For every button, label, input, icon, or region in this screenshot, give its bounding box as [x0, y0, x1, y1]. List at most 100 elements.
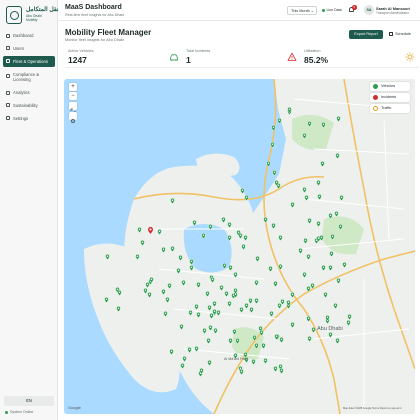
- vehicle-marker-icon[interactable]: [242, 235, 248, 242]
- fullscreen-button[interactable]: [69, 102, 77, 114]
- vehicle-marker-icon[interactable]: [213, 328, 218, 335]
- vehicle-marker-icon[interactable]: [227, 235, 232, 241]
- vehicle-marker-icon[interactable]: [286, 107, 292, 114]
- vehicle-marker-icon[interactable]: [325, 314, 331, 321]
- vehicle-marker-icon[interactable]: [253, 280, 259, 287]
- vehicle-marker-icon[interactable]: [248, 306, 254, 313]
- vehicle-marker-icon[interactable]: [212, 301, 217, 308]
- vehicle-marker-icon[interactable]: [134, 253, 140, 260]
- sidebar-item-settings[interactable]: Settings: [3, 113, 55, 124]
- vehicle-marker-icon[interactable]: [244, 194, 249, 201]
- vehicle-marker-icon[interactable]: [105, 254, 110, 261]
- vehicle-marker-icon[interactable]: [279, 367, 284, 374]
- vehicle-marker-icon[interactable]: [149, 276, 155, 283]
- vehicle-marker-icon[interactable]: [320, 160, 325, 167]
- vehicle-marker-icon[interactable]: [270, 223, 276, 230]
- vehicle-marker-icon[interactable]: [261, 343, 266, 350]
- vehicle-marker-icon[interactable]: [182, 356, 187, 363]
- vehicle-marker-icon[interactable]: [219, 284, 224, 291]
- vehicle-marker-icon[interactable]: [311, 326, 316, 333]
- vehicle-marker-icon[interactable]: [192, 220, 198, 227]
- vehicle-marker-icon[interactable]: [269, 311, 275, 318]
- vehicle-marker-icon[interactable]: [330, 233, 335, 240]
- vehicle-marker-icon[interactable]: [254, 297, 259, 304]
- vehicle-marker-icon[interactable]: [157, 228, 162, 235]
- vehicle-marker-icon[interactable]: [115, 306, 121, 313]
- layer-toggle-vehicles[interactable]: Vehicles: [370, 82, 410, 91]
- vehicle-marker-icon[interactable]: [241, 243, 246, 250]
- vehicle-marker-icon[interactable]: [316, 194, 322, 201]
- vehicle-marker-icon[interactable]: [145, 282, 150, 289]
- vehicle-marker-icon[interactable]: [248, 298, 253, 305]
- vehicle-marker-icon[interactable]: [302, 187, 307, 193]
- sidebar-item-users[interactable]: Users: [3, 43, 55, 54]
- language-toggle-button[interactable]: EN: [4, 396, 54, 406]
- vehicle-marker-icon[interactable]: [170, 246, 175, 253]
- vehicle-marker-icon[interactable]: [139, 240, 145, 247]
- vehicle-marker-icon[interactable]: [262, 357, 268, 364]
- vehicle-marker-icon[interactable]: [290, 202, 295, 209]
- fleet-map[interactable]: Abu Dhabi Al Ma'ard Park + − Vehicles In…: [64, 79, 415, 414]
- period-select[interactable]: This Month ⌄: [287, 6, 317, 15]
- notifications-button[interactable]: 5: [348, 5, 357, 14]
- vehicle-marker-icon[interactable]: [187, 346, 193, 353]
- vehicle-marker-icon[interactable]: [251, 358, 257, 365]
- vehicle-marker-icon[interactable]: [210, 277, 215, 283]
- vehicle-marker-icon[interactable]: [235, 338, 240, 345]
- vehicle-marker-icon[interactable]: [161, 289, 166, 296]
- vehicle-marker-icon[interactable]: [194, 345, 200, 352]
- vehicle-marker-icon[interactable]: [302, 271, 307, 278]
- vehicle-marker-icon[interactable]: [176, 268, 181, 275]
- vehicle-marker-icon[interactable]: [333, 303, 338, 310]
- vehicle-marker-icon[interactable]: [208, 224, 213, 231]
- vehicle-marker-icon[interactable]: [170, 197, 175, 204]
- vehicle-marker-icon[interactable]: [339, 195, 345, 202]
- vehicle-marker-icon[interactable]: [334, 211, 339, 218]
- vehicle-marker-icon[interactable]: [189, 258, 194, 265]
- vehicle-marker-icon[interactable]: [346, 313, 352, 320]
- vehicle-marker-icon[interactable]: [273, 281, 278, 288]
- vehicle-marker-icon[interactable]: [166, 283, 172, 290]
- vehicle-marker-icon[interactable]: [298, 248, 303, 255]
- vehicle-marker-icon[interactable]: [307, 217, 313, 224]
- vehicle-marker-icon[interactable]: [239, 306, 244, 313]
- sidebar-item-compliance[interactable]: Compliance & Licensing: [3, 68, 55, 85]
- vehicle-marker-icon[interactable]: [237, 232, 243, 239]
- vehicle-marker-icon[interactable]: [336, 116, 341, 123]
- vehicle-marker-icon[interactable]: [117, 290, 122, 297]
- vehicle-marker-icon[interactable]: [271, 125, 277, 131]
- vehicle-marker-icon[interactable]: [224, 291, 230, 298]
- vehicle-marker-icon[interactable]: [290, 292, 296, 299]
- schedule-button[interactable]: Schedule: [386, 30, 414, 39]
- sidebar-item-dashboard[interactable]: Dashboard: [3, 30, 55, 41]
- vehicle-marker-icon[interactable]: [273, 365, 278, 372]
- vehicle-marker-icon[interactable]: [315, 179, 321, 186]
- vehicle-marker-icon[interactable]: [240, 188, 246, 195]
- vehicle-marker-icon[interactable]: [268, 266, 273, 273]
- vehicle-marker-icon[interactable]: [328, 331, 333, 338]
- vehicle-marker-icon[interactable]: [239, 368, 244, 375]
- vehicle-marker-icon[interactable]: [254, 343, 259, 350]
- vehicle-marker-icon[interactable]: [335, 338, 341, 345]
- vehicle-marker-icon[interactable]: [196, 281, 201, 288]
- vehicle-marker-icon[interactable]: [285, 299, 291, 306]
- vehicle-marker-icon[interactable]: [319, 234, 325, 241]
- vehicle-marker-icon[interactable]: [307, 336, 312, 342]
- vehicle-marker-icon[interactable]: [228, 337, 233, 344]
- vehicle-marker-icon[interactable]: [199, 368, 204, 375]
- vehicle-marker-icon[interactable]: [201, 232, 206, 239]
- vehicle-marker-icon[interactable]: [189, 264, 194, 271]
- vehicle-marker-icon[interactable]: [269, 141, 275, 148]
- vehicle-marker-icon[interactable]: [290, 322, 295, 329]
- vehicle-marker-icon[interactable]: [180, 363, 185, 370]
- vehicle-marker-icon[interactable]: [188, 310, 193, 317]
- vehicle-marker-icon[interactable]: [179, 324, 185, 330]
- vehicle-marker-icon[interactable]: [306, 316, 311, 323]
- vehicle-marker-icon[interactable]: [205, 290, 211, 297]
- vehicle-marker-icon[interactable]: [277, 234, 283, 241]
- vehicle-marker-icon[interactable]: [181, 280, 187, 287]
- layer-toggle-incidents[interactable]: Incidents: [370, 93, 410, 102]
- vehicle-marker-icon[interactable]: [233, 288, 238, 294]
- vehicle-marker-icon[interactable]: [277, 117, 282, 124]
- zoom-out-button[interactable]: −: [69, 92, 77, 100]
